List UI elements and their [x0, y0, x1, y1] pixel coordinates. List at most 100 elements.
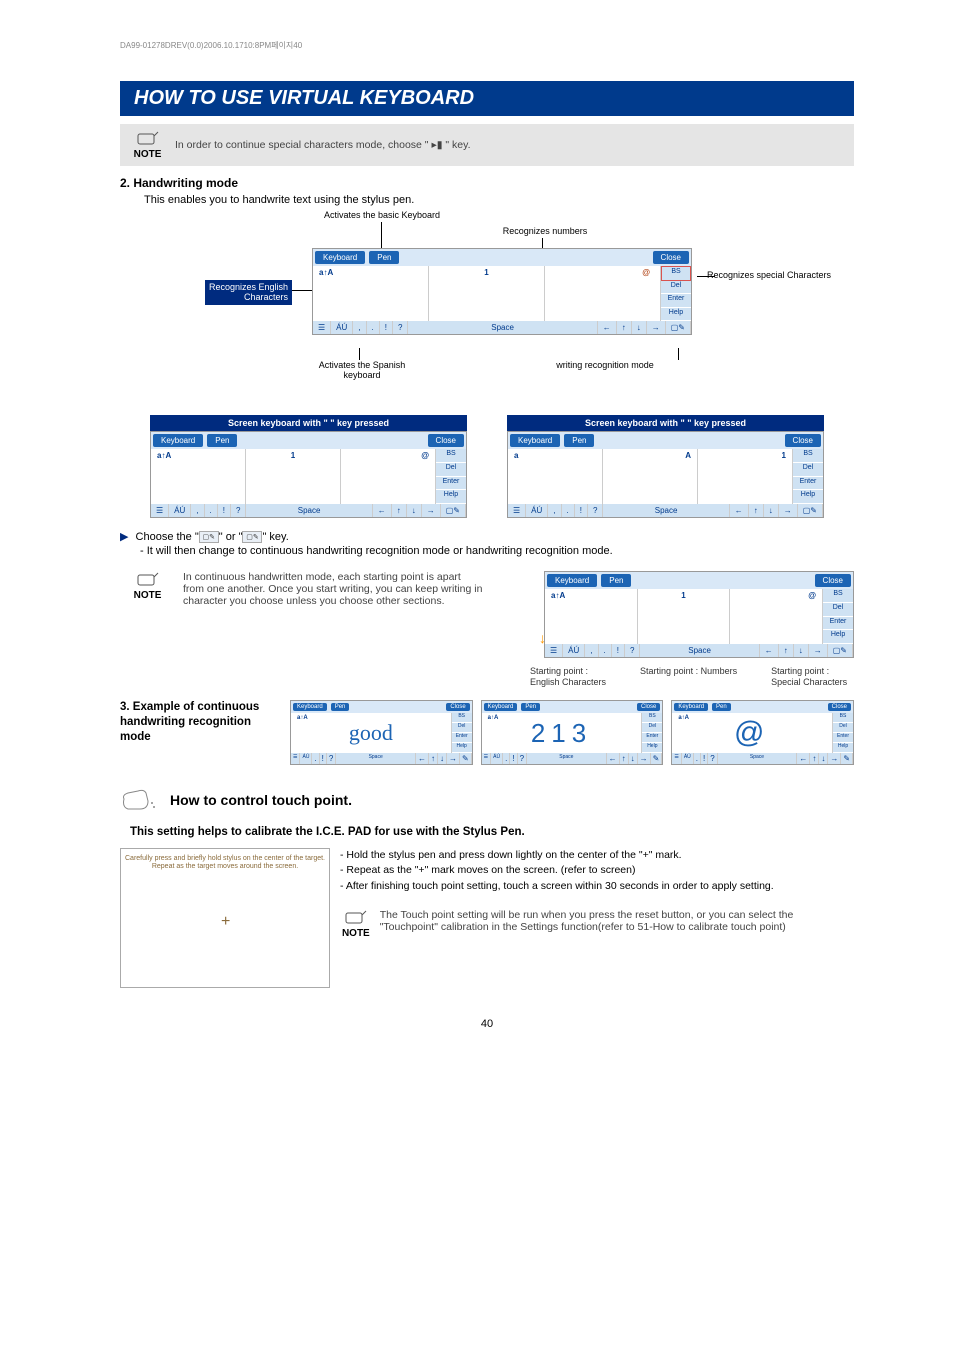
enter-button[interactable]: Enter	[823, 617, 853, 631]
mode-toggle-icon[interactable]: ▢✎	[798, 504, 823, 517]
keyboard-tab[interactable]: Keyboard	[674, 703, 708, 711]
key-comma[interactable]: ,	[585, 644, 598, 657]
help-button[interactable]: Help	[661, 308, 691, 322]
del-button[interactable]: Del	[436, 463, 466, 477]
help-button[interactable]: Help	[642, 743, 662, 753]
close-button[interactable]: Close	[653, 251, 689, 264]
arrow-right-icon[interactable]: →	[647, 321, 666, 334]
arrow-up-icon[interactable]: ↑	[749, 504, 764, 517]
keyboard-tab[interactable]: Keyboard	[547, 574, 597, 587]
au-key[interactable]: ÁÚ	[169, 504, 191, 517]
arrow-down-icon[interactable]: ↓	[632, 321, 647, 334]
arrow-left-icon[interactable]: ←	[416, 753, 429, 764]
key-excl[interactable]: !	[510, 753, 517, 764]
mode-toggle-icon[interactable]: ▢✎	[441, 504, 466, 517]
key-qm[interactable]: ?	[393, 321, 408, 334]
key-excl[interactable]: !	[612, 644, 625, 657]
key-period[interactable]: .	[562, 504, 575, 517]
arrow-up-icon[interactable]: ↑	[810, 753, 819, 764]
del-button[interactable]: Del	[833, 723, 853, 733]
key-qm[interactable]: ?	[588, 504, 603, 517]
help-button[interactable]: Help	[793, 490, 823, 504]
arrow-left-icon[interactable]: ←	[598, 321, 617, 334]
bs-button[interactable]: BS	[661, 266, 691, 281]
key-excl[interactable]: !	[380, 321, 393, 334]
arrow-up-icon[interactable]: ↑	[429, 753, 438, 764]
keyboard-tab[interactable]: Keyboard	[293, 703, 327, 711]
key-period[interactable]: .	[367, 321, 380, 334]
grid-icon[interactable]: ☰	[508, 504, 526, 517]
space-key[interactable]: Space	[718, 753, 798, 764]
help-button[interactable]: Help	[452, 743, 472, 753]
arrow-up-icon[interactable]: ↑	[620, 753, 629, 764]
del-button[interactable]: Del	[661, 281, 691, 295]
space-key[interactable]: Space	[408, 321, 597, 334]
help-button[interactable]: Help	[436, 490, 466, 504]
pen-tab[interactable]: Pen	[564, 434, 594, 447]
grid-icon[interactable]: ☰	[482, 753, 491, 764]
arrow-up-icon[interactable]: ↑	[617, 321, 632, 334]
space-key[interactable]: Space	[527, 753, 607, 764]
pen-tab[interactable]: Pen	[369, 251, 399, 264]
close-button[interactable]: Close	[446, 703, 469, 711]
arrow-down-icon[interactable]: ↓	[438, 753, 447, 764]
arrow-down-icon[interactable]: ↓	[629, 753, 638, 764]
key-excl[interactable]: !	[218, 504, 231, 517]
arrow-left-icon[interactable]: ←	[730, 504, 749, 517]
keyboard-tab[interactable]: Keyboard	[484, 703, 518, 711]
key-qm[interactable]: ?	[518, 753, 527, 764]
arrow-right-icon[interactable]: →	[638, 753, 651, 764]
keyboard-tab[interactable]: Keyboard	[510, 434, 560, 447]
grid-icon[interactable]: ☰	[545, 644, 563, 657]
arrow-right-icon[interactable]: →	[828, 753, 841, 764]
key-period[interactable]: .	[694, 753, 701, 764]
arrow-right-icon[interactable]: →	[779, 504, 798, 517]
mode-toggle-icon[interactable]: ✎	[651, 753, 663, 764]
mode-toggle-icon[interactable]: ▢✎	[666, 321, 691, 334]
enter-button[interactable]: Enter	[452, 733, 472, 743]
arrow-down-icon[interactable]: ↓	[794, 644, 809, 657]
key-excl[interactable]: !	[575, 504, 588, 517]
pen-tab[interactable]: Pen	[331, 703, 350, 711]
au-key[interactable]: ÁÚ	[526, 504, 548, 517]
space-key[interactable]: Space	[603, 504, 729, 517]
pen-tab[interactable]: Pen	[601, 574, 631, 587]
del-button[interactable]: Del	[823, 603, 853, 617]
au-key[interactable]: ÁÚ	[491, 753, 503, 764]
bs-button[interactable]: BS	[452, 713, 472, 723]
mode-toggle-icon[interactable]: ✎	[460, 753, 472, 764]
key-comma[interactable]: ,	[548, 504, 561, 517]
close-button[interactable]: Close	[815, 574, 851, 587]
enter-button[interactable]: Enter	[793, 477, 823, 491]
bs-button[interactable]: BS	[823, 589, 853, 603]
pen-tab[interactable]: Pen	[207, 434, 237, 447]
mode-toggle-icon[interactable]: ▢✎	[828, 644, 853, 657]
mode-toggle-icon[interactable]: ✎	[841, 753, 853, 764]
space-key[interactable]: Space	[336, 753, 416, 764]
au-key[interactable]: ÁÚ	[682, 753, 694, 764]
keyboard-tab[interactable]: Keyboard	[315, 251, 365, 264]
key-comma[interactable]: ,	[353, 321, 366, 334]
arrow-left-icon[interactable]: ←	[373, 504, 392, 517]
arrow-down-icon[interactable]: ↓	[819, 753, 828, 764]
help-button[interactable]: Help	[833, 743, 853, 753]
arrow-down-icon[interactable]: ↓	[407, 504, 422, 517]
grid-icon[interactable]: ☰	[151, 504, 169, 517]
bs-button[interactable]: BS	[793, 449, 823, 463]
arrow-left-icon[interactable]: ←	[607, 753, 620, 764]
key-period[interactable]: .	[503, 753, 510, 764]
au-key[interactable]: ÁÚ	[331, 321, 353, 334]
arrow-right-icon[interactable]: →	[447, 753, 460, 764]
grid-icon[interactable]: ☰	[291, 753, 300, 764]
del-button[interactable]: Del	[793, 463, 823, 477]
arrow-up-icon[interactable]: ↑	[779, 644, 794, 657]
del-button[interactable]: Del	[642, 723, 662, 733]
space-key[interactable]: Space	[640, 644, 759, 657]
bs-button[interactable]: BS	[436, 449, 466, 463]
key-excl[interactable]: !	[701, 753, 708, 764]
space-key[interactable]: Space	[246, 504, 372, 517]
close-button[interactable]: Close	[828, 703, 851, 711]
key-qm[interactable]: ?	[231, 504, 246, 517]
pen-tab[interactable]: Pen	[712, 703, 731, 711]
enter-button[interactable]: Enter	[436, 477, 466, 491]
